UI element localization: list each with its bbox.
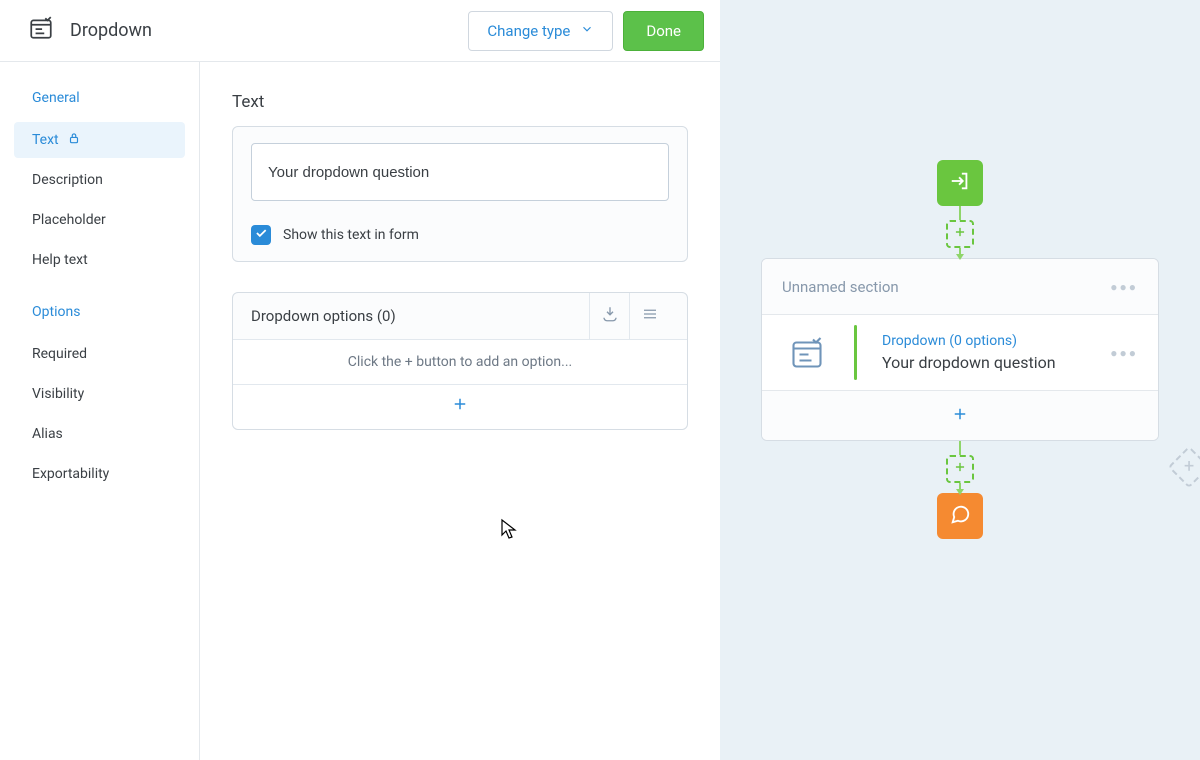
plus-icon	[953, 460, 967, 478]
question-label: Your dropdown question	[882, 353, 1090, 372]
options-card: Dropdown options (0) Click the +	[232, 292, 688, 430]
sidebar-item-text[interactable]: Text	[14, 122, 185, 158]
sidebar-item-label: Required	[32, 346, 87, 362]
preview-panel: Unnamed section ●●● Dropdown (0 options)…	[720, 0, 1200, 760]
options-header-label: Dropdown options (0)	[251, 307, 589, 325]
sidebar-item-visibility[interactable]: Visibility	[14, 376, 185, 412]
sidebar-item-description[interactable]: Description	[14, 162, 185, 198]
question-card[interactable]: Dropdown (0 options) Your dropdown quest…	[762, 315, 1158, 390]
section-title: Unnamed section	[782, 278, 899, 296]
reorder-options-button[interactable]	[629, 293, 669, 339]
section-label-text: Text	[232, 92, 688, 112]
flow-add-before[interactable]	[946, 220, 974, 248]
question-meta: Dropdown (0 options)	[882, 333, 1090, 349]
main-content: Text Show this text in form	[200, 62, 720, 760]
section-card: Unnamed section ●●● Dropdown (0 options)…	[761, 258, 1159, 441]
plus-icon	[451, 401, 469, 417]
chat-icon	[949, 503, 971, 529]
editor-panel: Dropdown Change type Done General Text	[0, 0, 720, 760]
sidebar-item-label: Description	[32, 172, 103, 188]
chevron-down-icon	[580, 22, 594, 40]
page-title-text: Dropdown	[70, 20, 152, 41]
flow-add-after[interactable]	[946, 455, 974, 483]
show-in-form-label: Show this text in form	[283, 227, 419, 243]
sidebar-section-options: Options	[32, 304, 167, 320]
sidebar-item-placeholder[interactable]: Placeholder	[14, 202, 185, 238]
plus-icon	[953, 225, 967, 243]
sidebar-item-label: Placeholder	[32, 212, 106, 228]
sidebar-item-label: Help text	[32, 252, 88, 268]
done-button[interactable]: Done	[623, 11, 704, 51]
options-placeholder-text: Click the + button to add an option...	[233, 339, 687, 384]
lock-icon	[67, 131, 81, 149]
add-question-button[interactable]	[762, 390, 1158, 440]
text-card: Show this text in form	[232, 126, 688, 262]
sidebar-item-label: Alias	[32, 426, 63, 442]
page-title: Dropdown	[28, 15, 152, 46]
sidebar-item-label: Exportability	[32, 466, 109, 482]
plus-icon: +	[1184, 458, 1194, 476]
question-menu-button[interactable]: ●●●	[1110, 346, 1138, 360]
flow-start-node[interactable]	[937, 160, 983, 206]
active-indicator	[854, 325, 857, 380]
dropdown-type-icon	[28, 15, 54, 46]
section-header[interactable]: Unnamed section ●●●	[762, 259, 1158, 315]
import-options-button[interactable]	[589, 293, 629, 339]
change-type-button[interactable]: Change type	[468, 11, 613, 51]
dropdown-icon	[782, 335, 832, 371]
topbar: Dropdown Change type Done	[0, 0, 720, 62]
plus-icon	[951, 405, 969, 427]
sidebar-section-general: General	[32, 90, 167, 106]
sidebar-item-label: Visibility	[32, 386, 84, 402]
sidebar-item-exportability[interactable]: Exportability	[14, 456, 185, 492]
question-text-input[interactable]	[251, 143, 669, 201]
import-icon	[601, 305, 619, 327]
sidebar-item-label: Text	[32, 132, 59, 148]
flow-end-node[interactable]	[937, 493, 983, 539]
add-option-button[interactable]	[233, 384, 687, 429]
section-menu-button[interactable]: ●●●	[1110, 280, 1138, 294]
sidebar: General Text Description Placeholder Hel…	[0, 62, 200, 760]
entry-icon	[949, 170, 971, 196]
menu-icon	[641, 305, 659, 327]
add-branch-button[interactable]: +	[1168, 446, 1200, 488]
sidebar-item-alias[interactable]: Alias	[14, 416, 185, 452]
sidebar-item-help-text[interactable]: Help text	[14, 242, 185, 278]
change-type-label: Change type	[487, 22, 570, 40]
check-icon	[254, 226, 268, 244]
show-in-form-checkbox[interactable]	[251, 225, 271, 245]
done-label: Done	[646, 22, 681, 40]
sidebar-item-required[interactable]: Required	[14, 336, 185, 372]
